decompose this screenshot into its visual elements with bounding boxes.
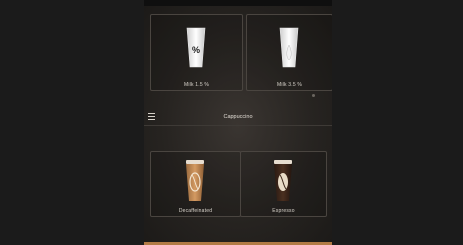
page-title: Cappuccino xyxy=(223,114,253,120)
tile-label: Milk 3.5 % xyxy=(276,82,303,88)
page-indicator xyxy=(312,94,315,97)
tile-espresso[interactable]: Espresso xyxy=(240,151,327,217)
right-panel xyxy=(332,0,463,245)
svg-text:%: % xyxy=(192,45,200,55)
tile-label: Milk 1.5 % xyxy=(183,82,210,88)
milk-glass-icon xyxy=(279,27,299,68)
tile-decaffeinated[interactable]: Decaffeinated xyxy=(150,151,241,217)
tile-label: Espresso xyxy=(272,208,295,214)
espresso-cup-icon xyxy=(274,160,292,201)
machine-display: % Milk 1.5 % Milk 3.5 % Cappuccino Decaf… xyxy=(144,6,332,245)
tile-milk-3-5[interactable]: Milk 3.5 % xyxy=(246,14,332,91)
milk-glass-percent-icon: % xyxy=(186,27,206,68)
left-panel xyxy=(0,0,144,245)
decaf-cup-icon xyxy=(186,160,204,201)
header-bar: Cappuccino xyxy=(144,110,332,126)
tile-milk-1-5[interactable]: % Milk 1.5 % xyxy=(150,14,243,91)
tile-label: Decaffeinated xyxy=(178,208,213,214)
